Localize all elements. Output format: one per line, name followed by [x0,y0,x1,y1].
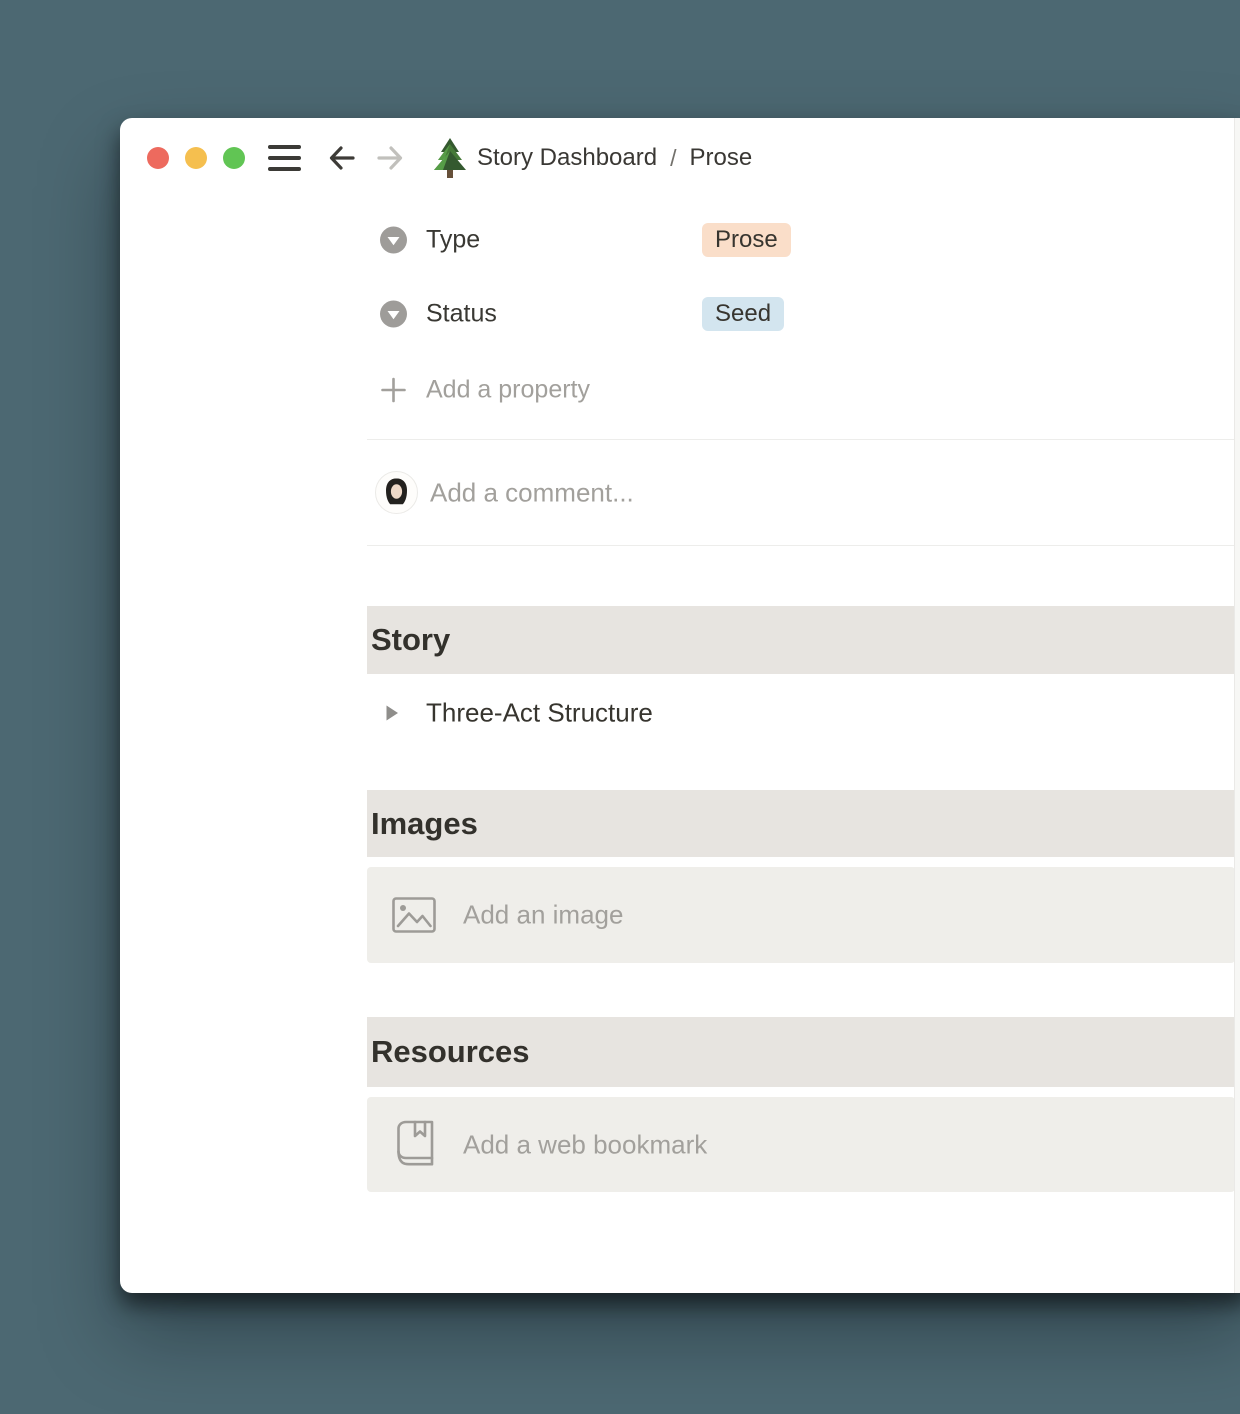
forward-button[interactable] [373,141,407,175]
add-bookmark-block[interactable]: Add a web bookmark [367,1097,1235,1192]
user-avatar [375,471,418,514]
toggle-block-three-act[interactable]: Three-Act Structure [367,695,1235,731]
heading-images-text: Images [371,805,478,841]
notion-app-window: Story Dashboard / Prose Type Prose Statu… [120,118,1240,1293]
heading-images[interactable]: Images [367,790,1235,857]
add-image-block[interactable]: Add an image [367,867,1235,963]
arrow-right-icon [377,146,403,170]
breadcrumb: Story Dashboard / Prose [477,119,752,197]
property-label-status[interactable]: Status [426,300,497,329]
toggle-label[interactable]: Three-Act Structure [426,698,653,729]
add-property-button[interactable]: Add a property [367,372,1235,408]
close-window-button[interactable] [147,147,169,169]
select-property-icon [380,300,407,328]
back-button[interactable] [325,141,359,175]
toggle-triangle-icon[interactable] [385,705,399,722]
zoom-window-button[interactable] [223,147,245,169]
heading-resources-text: Resources [371,1034,530,1069]
add-property-label: Add a property [426,375,590,404]
minimize-window-button[interactable] [185,147,207,169]
image-icon [392,897,436,933]
scrollbar-track[interactable] [1234,118,1240,1293]
property-row-status: Status Seed [367,296,1235,332]
select-property-icon [380,226,407,254]
bookmark-book-icon [395,1120,436,1170]
property-label-type[interactable]: Type [426,226,480,255]
add-comment-row[interactable]: Add a comment... [367,471,1235,515]
property-row-type: Type Prose [367,222,1235,258]
breadcrumb-root[interactable]: Story Dashboard [477,144,657,172]
heading-story-text: Story [371,622,451,657]
plus-icon [380,377,407,404]
divider [367,439,1235,440]
divider [367,545,1235,546]
heading-story[interactable]: Story [367,606,1235,674]
sidebar-menu-button[interactable] [268,144,304,172]
property-value-tag-seed[interactable]: Seed [702,297,785,331]
add-bookmark-label: Add a web bookmark [463,1129,708,1159]
heading-resources[interactable]: Resources [367,1017,1235,1087]
property-value-tag-prose[interactable]: Prose [702,223,791,257]
desktop-background: Story Dashboard / Prose Type Prose Statu… [0,0,1240,1414]
hamburger-icon [268,145,304,171]
breadcrumb-separator: / [670,144,677,171]
add-image-label: Add an image [463,899,624,930]
traffic-lights [147,147,245,169]
comment-input-placeholder[interactable]: Add a comment... [430,478,634,509]
evergreen-tree-icon [432,137,468,180]
arrow-left-icon [329,146,355,170]
breadcrumb-current[interactable]: Prose [689,144,752,172]
